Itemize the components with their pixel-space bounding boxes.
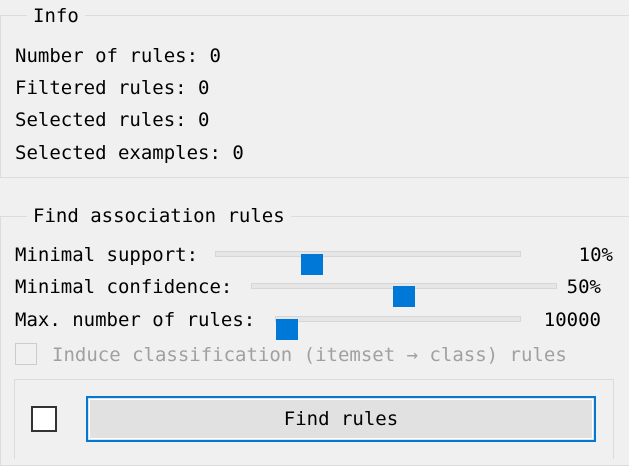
max-rules-row: Max. number of rules: 10000 bbox=[0, 307, 629, 340]
selected-rules-text: Selected rules: 0 bbox=[15, 109, 210, 131]
max-rules-slider[interactable] bbox=[275, 316, 521, 340]
min-support-value: 10% bbox=[578, 244, 613, 266]
induce-classification-checkbox[interactable] bbox=[15, 343, 37, 365]
min-support-slider[interactable] bbox=[215, 251, 521, 275]
min-confidence-row: Minimal confidence: 50% bbox=[0, 274, 629, 307]
filtered-rules-text: Filtered rules: 0 bbox=[15, 77, 210, 99]
selected-examples-text: Selected examples: 0 bbox=[15, 142, 244, 164]
min-support-row: Minimal support: 10% bbox=[0, 242, 629, 275]
min-support-label: Minimal support: bbox=[15, 244, 199, 266]
find-rules-button[interactable]: Find rules bbox=[86, 396, 596, 442]
find-rules-group-title: Find association rules bbox=[27, 205, 291, 227]
min-confidence-value: 50% bbox=[566, 276, 601, 298]
info-group-title: Info bbox=[27, 5, 85, 27]
find-rules-button-label: Find rules bbox=[283, 408, 399, 430]
max-rules-handle[interactable] bbox=[276, 319, 298, 340]
max-rules-value: 10000 bbox=[543, 309, 601, 331]
min-confidence-handle[interactable] bbox=[393, 286, 415, 307]
number-of-rules-text: Number of rules: 0 bbox=[15, 45, 221, 67]
auto-find-checkbox[interactable] bbox=[31, 406, 57, 432]
min-confidence-label: Minimal confidence: bbox=[15, 276, 233, 298]
min-support-handle[interactable] bbox=[300, 254, 323, 275]
induce-classification-label: Induce classification (itemset → class) … bbox=[52, 344, 567, 366]
max-rules-label: Max. number of rules: bbox=[15, 309, 256, 331]
min-confidence-slider[interactable] bbox=[251, 283, 557, 307]
